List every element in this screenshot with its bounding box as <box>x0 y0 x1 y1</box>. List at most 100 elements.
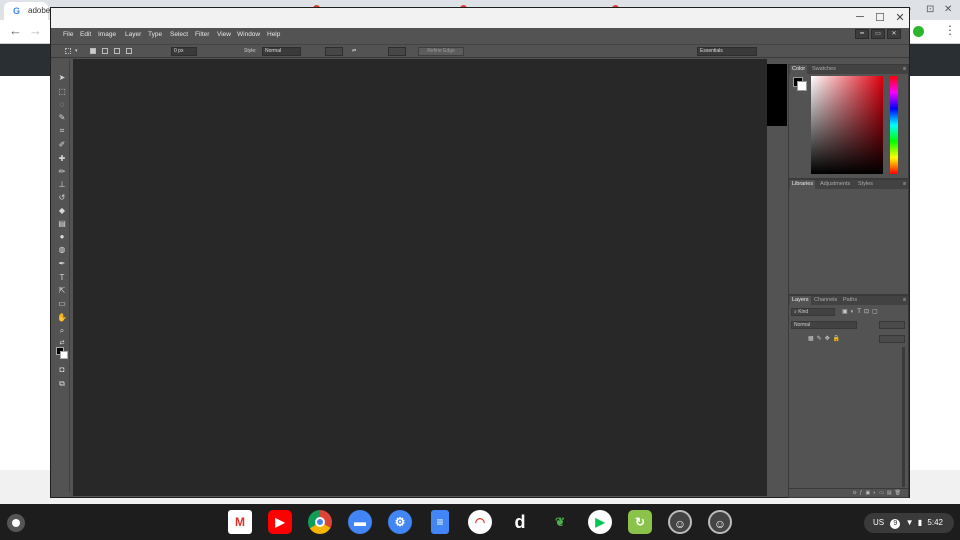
history-brush-tool-icon[interactable]: ↺ <box>56 192 68 203</box>
window-maximize-button[interactable]: ☐ <box>873 11 887 24</box>
collapsed-panel-black[interactable] <box>767 64 787 126</box>
snapseed-app-icon[interactable]: ❦ <box>548 510 572 534</box>
rainbow-app-icon[interactable]: ◠ <box>468 510 492 534</box>
docs-app-icon[interactable]: ≡ <box>431 510 449 534</box>
blur-tool-icon[interactable]: ● <box>56 231 68 242</box>
menu-edit[interactable]: Edit <box>80 31 91 38</box>
layers-scrollbar[interactable] <box>902 347 905 487</box>
crop-tool-icon[interactable]: ⌗ <box>56 125 68 136</box>
dodge-tool-icon[interactable]: ◍ <box>56 244 68 255</box>
subtract-selection-icon[interactable] <box>114 48 120 54</box>
feather-input[interactable]: 0 px <box>171 47 197 56</box>
gradient-tool-icon[interactable]: ▤ <box>56 218 68 229</box>
dictionary-app-icon[interactable]: d <box>508 510 532 534</box>
play-store-app-icon[interactable]: ▶ <box>588 510 612 534</box>
tab-libraries[interactable]: Libraries <box>790 180 816 189</box>
blend-mode-select[interactable]: Normal <box>791 321 857 329</box>
menu-type[interactable]: Type <box>148 31 162 38</box>
brush-tool-icon[interactable]: ✏ <box>56 166 68 177</box>
background-swatch[interactable] <box>797 81 807 91</box>
tool-preset-arrow-icon[interactable]: ▾ <box>75 48 78 54</box>
gmail-app-icon[interactable]: M <box>228 510 252 534</box>
extension-icon[interactable] <box>913 26 924 37</box>
height-input[interactable] <box>388 47 406 56</box>
window-close-button[interactable]: ✕ <box>893 11 907 24</box>
tab-layers[interactable]: Layers <box>790 296 811 305</box>
files-app-icon[interactable]: ▬ <box>348 510 372 534</box>
converter-app-icon[interactable]: ↻ <box>628 510 652 534</box>
quick-select-tool-icon[interactable]: ✎ <box>56 112 68 123</box>
launcher-button[interactable] <box>7 514 25 532</box>
doc-close-button[interactable]: ✕ <box>887 29 901 39</box>
rectangle-tool-icon[interactable]: ▭ <box>56 298 68 309</box>
layer-filter-icons[interactable]: ▣◐T⊡▢ <box>842 308 881 315</box>
new-selection-icon[interactable] <box>90 48 96 54</box>
panel-menu-icon[interactable]: ≡ <box>903 297 906 303</box>
hue-slider[interactable] <box>890 76 898 174</box>
color-picker-field[interactable] <box>811 76 883 174</box>
panel-menu-icon[interactable]: ≡ <box>903 66 906 72</box>
opacity-input[interactable] <box>879 321 905 329</box>
layers-footer-icons[interactable]: ⊝ƒ▣◐▭▤🗑 <box>789 488 908 497</box>
layer-filter-select[interactable]: ⌕ Kind <box>791 308 835 316</box>
browser-close-button[interactable]: ✕ <box>944 4 952 15</box>
fill-input[interactable] <box>879 335 905 343</box>
hand-tool-icon[interactable]: ✋ <box>56 312 68 323</box>
youtube-app-icon[interactable]: ▶ <box>268 510 292 534</box>
tab-channels[interactable]: Channels <box>814 297 837 303</box>
window-minimize-button[interactable]: ─ <box>853 11 867 23</box>
forward-arrow-icon[interactable]: → <box>29 23 42 38</box>
eraser-tool-icon[interactable]: ◆ <box>56 205 68 216</box>
linux-app-icon[interactable]: ☺ <box>668 510 692 534</box>
lasso-tool-icon[interactable]: ◌ <box>56 99 68 110</box>
intersect-selection-icon[interactable] <box>126 48 132 54</box>
settings-app-icon[interactable]: ⚙ <box>388 510 412 534</box>
doc-restore-button[interactable]: ▭ <box>871 29 885 39</box>
move-tool-icon[interactable]: ➤ <box>56 72 68 83</box>
menu-view[interactable]: View <box>217 31 231 38</box>
menu-help[interactable]: Help <box>267 31 280 38</box>
healing-brush-tool-icon[interactable]: ✚ <box>56 153 68 164</box>
workspace-select[interactable]: Essentials <box>697 47 757 56</box>
zoom-tool-icon[interactable]: ⌕ <box>56 325 68 336</box>
panel-menu-icon[interactable]: ≡ <box>903 181 906 187</box>
menu-filter[interactable]: Filter <box>195 31 209 38</box>
pen-tool-icon[interactable]: ✒ <box>56 258 68 269</box>
menu-image[interactable]: Image <box>98 31 116 38</box>
clock: 5:42 <box>927 518 943 527</box>
linux-app-icon[interactable]: ☺ <box>708 510 732 534</box>
refine-edge-button[interactable]: Refine Edge <box>418 47 464 56</box>
menu-select[interactable]: Select <box>170 31 188 38</box>
path-select-tool-icon[interactable]: ⇱ <box>56 285 68 296</box>
quick-mask-icon[interactable]: ◘ <box>56 364 68 375</box>
tab-styles[interactable]: Styles <box>858 181 873 187</box>
eyedropper-tool-icon[interactable]: ✐ <box>56 139 68 150</box>
photoshop-window: ─ ☐ ✕ File Edit Image Layer Type Select … <box>50 7 910 498</box>
back-arrow-icon[interactable]: ← <box>9 23 22 38</box>
background-color-swatch[interactable] <box>60 351 68 359</box>
chrome-app-icon[interactable] <box>308 510 332 534</box>
browser-tab[interactable]: G adobe <box>4 2 50 20</box>
menu-file[interactable]: File <box>63 31 73 38</box>
doc-minimize-button[interactable]: ━ <box>855 29 869 39</box>
status-tray[interactable]: US 9 ▼ ▮ 5:42 <box>864 513 954 533</box>
tab-paths[interactable]: Paths <box>843 297 857 303</box>
screen-mode-icon[interactable]: ⧉ <box>56 378 68 389</box>
swap-icon[interactable]: ⇄ <box>352 48 356 54</box>
menu-layer[interactable]: Layer <box>125 31 141 38</box>
tab-adjustments[interactable]: Adjustments <box>820 181 850 187</box>
document-canvas[interactable] <box>73 59 767 496</box>
type-tool-icon[interactable]: T <box>56 272 68 283</box>
style-select[interactable]: Normal <box>262 47 301 56</box>
tab-color[interactable]: Color <box>790 65 808 74</box>
lock-icons[interactable]: ▦✎✥🔒 <box>808 335 843 342</box>
add-selection-icon[interactable] <box>102 48 108 54</box>
clone-stamp-tool-icon[interactable]: ⊥ <box>56 179 68 190</box>
marquee-tool-icon[interactable]: ⬚ <box>56 86 68 97</box>
tab-swatches[interactable]: Swatches <box>812 66 836 72</box>
menu-window[interactable]: Window <box>237 31 260 38</box>
width-input[interactable] <box>325 47 343 56</box>
marquee-tool-icon[interactable] <box>65 48 71 54</box>
browser-restore-button[interactable]: ⊡ <box>926 4 934 15</box>
browser-menu-icon[interactable]: ⋮ <box>944 23 956 37</box>
